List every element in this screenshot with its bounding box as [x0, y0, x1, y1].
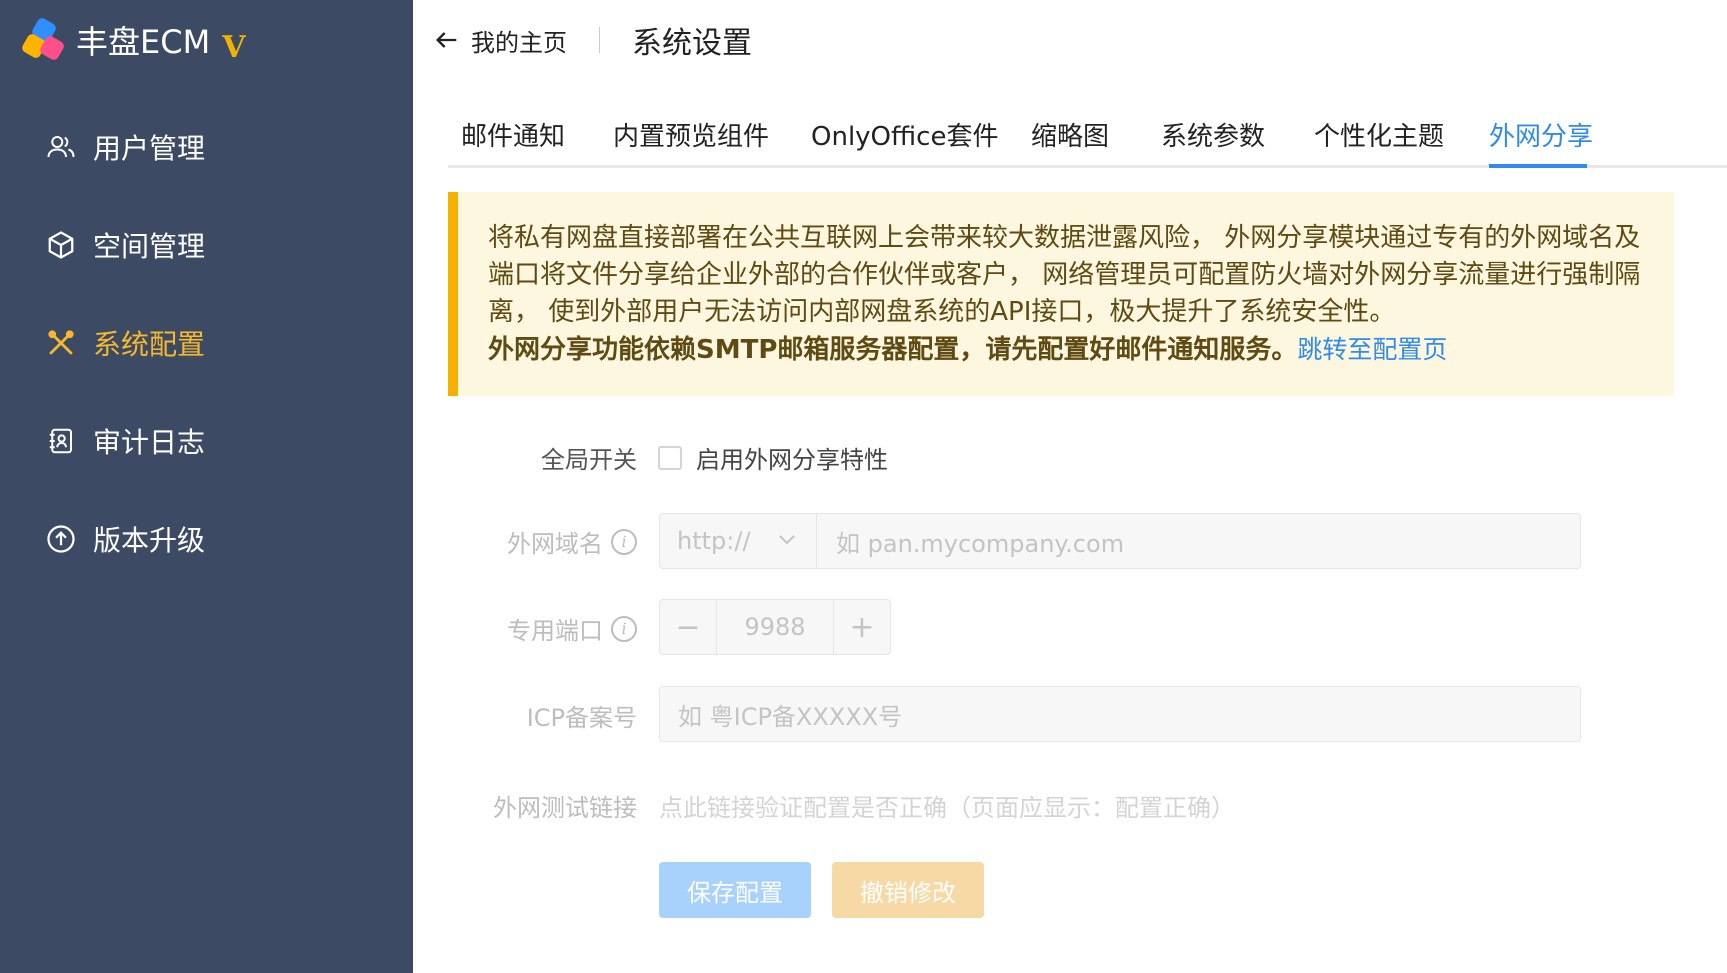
alert-text: 将私有网盘直接部署在公共互联网上会带来较大数据泄露风险， 外网分享模块通过专有的… [488, 220, 1646, 369]
icp-input[interactable]: 如 粤ICP备XXXXX号 [659, 686, 1581, 742]
enable-share-label: 启用外网分享特性 [696, 446, 888, 474]
sidebar-item-label: 系统配置 [93, 328, 206, 361]
sidebar-item-label: 用户管理 [93, 132, 206, 165]
sidebar-item-upgrade[interactable]: 版本升级 [0, 490, 413, 588]
sidebar-item-spaces[interactable]: 空间管理 [0, 196, 413, 294]
sidebar-item-system-config[interactable]: 系统配置 [0, 294, 413, 392]
protocol-select[interactable]: http:// [659, 513, 817, 569]
protocol-value: http:// [677, 527, 751, 555]
arrow-left-icon [436, 32, 457, 48]
goto-config-link[interactable]: 跳转至配置页 [1297, 335, 1447, 364]
save-button[interactable]: 保存配置 [659, 862, 811, 918]
global-switch-label: 全局开关 [541, 440, 637, 475]
alert-body: 将私有网盘直接部署在公共互联网上会带来较大数据泄露风险， 外网分享模块通过专有的… [488, 223, 1641, 327]
sidebar-item-label: 版本升级 [93, 524, 206, 557]
back-home-link[interactable]: 我的主页 [433, 23, 567, 58]
test-link[interactable]: 点此链接验证配置是否正确（页面应显示：配置正确） [659, 788, 1235, 823]
tab-onlyoffice[interactable]: OnlyOffice套件 [811, 116, 998, 153]
port-label-text: 专用端口 [507, 617, 603, 645]
icp-placeholder: 如 粤ICP备XXXXX号 [678, 702, 903, 731]
domain-placeholder: 如 pan.mycompany.com [836, 529, 1125, 558]
audit-log-icon [45, 425, 77, 457]
chevron-down-icon [779, 535, 795, 545]
test-link-label-text: 外网测试链接 [493, 794, 637, 822]
info-icon[interactable]: i [611, 615, 637, 642]
port-label: 专用端口 i [507, 611, 637, 646]
tab-external-share[interactable]: 外网分享 [1489, 116, 1593, 153]
increment-button[interactable]: + [834, 600, 890, 654]
decrement-button[interactable]: − [660, 600, 716, 654]
global-switch-label-text: 全局开关 [541, 446, 637, 474]
sidebar-item-label: 空间管理 [93, 230, 206, 263]
tab-preview-components[interactable]: 内置预览组件 [613, 116, 769, 153]
header-divider [599, 27, 600, 53]
domain-label: 外网域名 i [507, 524, 637, 559]
top-bar: 我的主页 系统设置 [413, 0, 1727, 80]
app-root: 丰盘ECM V 用户管理 空间管理 系统配置 审计日志 版本升级 我的主页 系统… [0, 0, 1727, 973]
sidebar-item-users[interactable]: 用户管理 [0, 98, 413, 196]
checkbox-box[interactable] [658, 445, 682, 470]
warning-alert: 将私有网盘直接部署在公共互联网上会带来较大数据泄露风险， 外网分享模块通过专有的… [448, 192, 1674, 396]
sidebar-item-audit-log[interactable]: 审计日志 [0, 392, 413, 490]
domain-label-text: 外网域名 [507, 530, 603, 558]
users-icon [45, 131, 77, 163]
cube-icon [45, 229, 77, 261]
tab-system-params[interactable]: 系统参数 [1161, 116, 1265, 153]
info-icon[interactable]: i [611, 528, 637, 555]
upgrade-icon [45, 523, 77, 555]
page-title: 系统设置 [632, 26, 752, 61]
icp-label: ICP备案号 [527, 698, 637, 733]
sidebar-item-label: 审计日志 [93, 426, 206, 459]
brand-name: 丰盘ECM [76, 23, 211, 61]
domain-input[interactable]: 如 pan.mycompany.com [818, 513, 1581, 569]
logo-icon [20, 16, 66, 62]
revert-button[interactable]: 撤销修改 [832, 862, 984, 918]
icp-label-text: ICP备案号 [526, 704, 637, 732]
tab-thumbnails[interactable]: 缩略图 [1031, 116, 1109, 153]
port-stepper: − 9988 + [659, 599, 891, 655]
port-input[interactable]: 9988 [716, 600, 834, 654]
test-link-label: 外网测试链接 [493, 788, 637, 823]
main-content: 我的主页 系统设置 邮件通知 内置预览组件 OnlyOffice套件 缩略图 系… [413, 0, 1727, 973]
tools-icon [45, 327, 77, 359]
tab-active-indicator [1489, 164, 1587, 168]
enable-share-checkbox[interactable]: 启用外网分享特性 [658, 440, 888, 475]
sidebar: 丰盘ECM V 用户管理 空间管理 系统配置 审计日志 版本升级 [0, 0, 413, 973]
settings-tabs: 邮件通知 内置预览组件 OnlyOffice套件 缩略图 系统参数 个性化主题 … [448, 100, 1727, 168]
version-badge: V [222, 29, 246, 65]
alert-bold: 外网分享功能依赖SMTP邮箱服务器配置，请先配置好邮件通知服务。 [488, 335, 1298, 365]
brand[interactable]: 丰盘ECM V [0, 0, 413, 80]
tab-email-notify[interactable]: 邮件通知 [461, 116, 565, 153]
tab-theme[interactable]: 个性化主题 [1314, 116, 1444, 153]
sidebar-nav: 用户管理 空间管理 系统配置 审计日志 版本升级 [0, 98, 413, 588]
back-label: 我的主页 [471, 28, 567, 57]
